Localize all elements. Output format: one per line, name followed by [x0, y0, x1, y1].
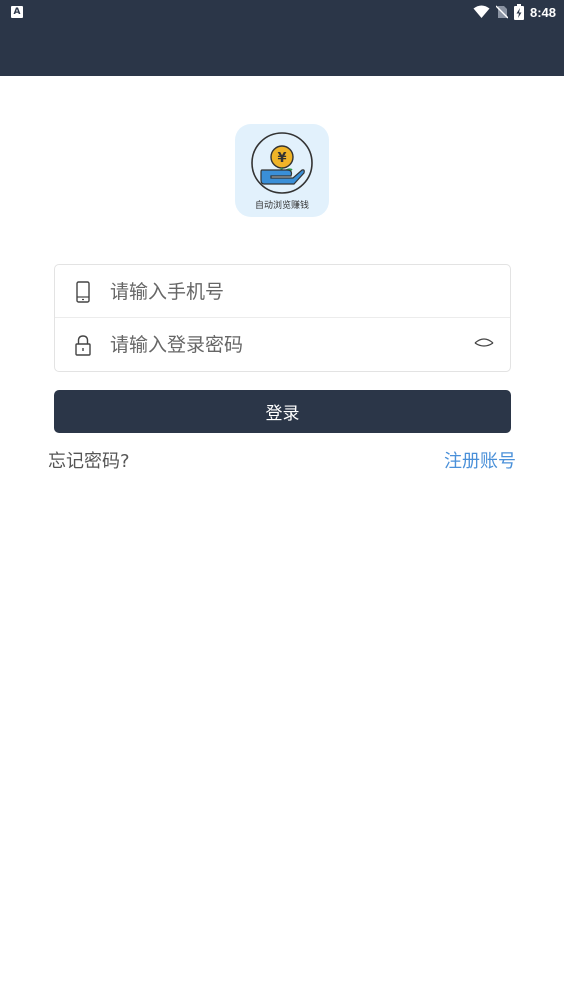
- phone-row: [55, 265, 510, 318]
- login-button[interactable]: 登录: [54, 390, 511, 433]
- eye-closed-icon[interactable]: [474, 336, 494, 350]
- forgot-password-link[interactable]: 忘记密码?: [48, 447, 130, 473]
- register-link[interactable]: 注册账号: [444, 447, 516, 473]
- no-sim-icon: [495, 5, 508, 19]
- lock-icon: [75, 335, 91, 356]
- logo-caption: 自动浏览赚钱: [255, 199, 309, 211]
- status-bar: A 8:48: [0, 0, 564, 76]
- wifi-icon: [473, 5, 490, 18]
- status-bar-right: 8:48: [473, 2, 556, 22]
- password-row: [55, 318, 510, 371]
- coin-hand-icon: ¥ 自动浏览赚钱: [251, 132, 313, 211]
- phone-input[interactable]: [110, 265, 460, 318]
- battery-charging-icon: [513, 4, 524, 20]
- a-notification-icon: A: [11, 6, 23, 18]
- phone-icon: [76, 281, 90, 303]
- login-form: [54, 264, 511, 372]
- status-time: 8:48: [529, 4, 556, 20]
- app-logo: ¥ 自动浏览赚钱: [235, 124, 329, 217]
- yen-symbol: ¥: [277, 151, 286, 166]
- password-input[interactable]: [110, 318, 460, 371]
